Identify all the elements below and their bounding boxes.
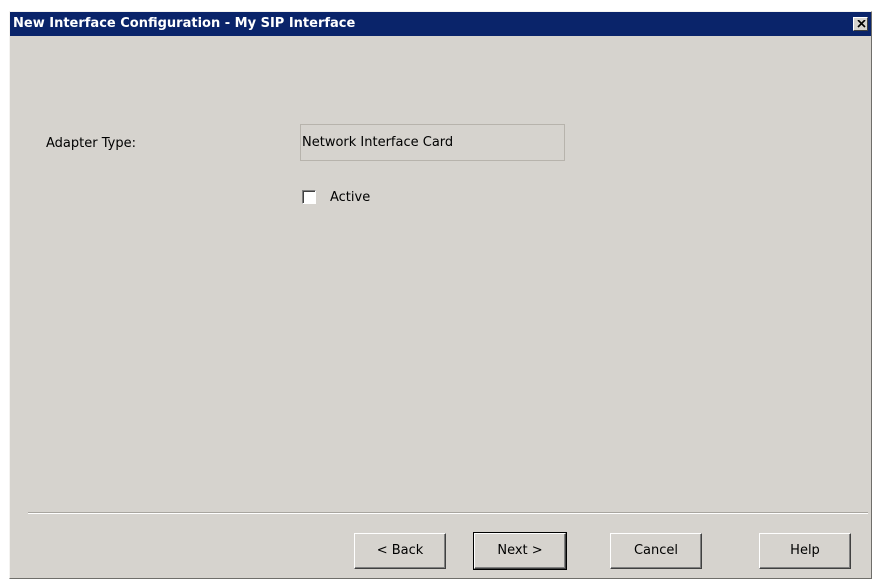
close-button[interactable] (853, 17, 868, 31)
adapter-type-field[interactable]: Network Interface Card (300, 124, 565, 161)
back-button[interactable]: < Back (354, 533, 446, 569)
help-button[interactable]: Help (759, 533, 851, 569)
window-title: New Interface Configuration - My SIP Int… (13, 16, 356, 31)
next-button[interactable]: Next > (473, 532, 567, 570)
active-checkbox[interactable] (302, 190, 316, 204)
adapter-type-label: Adapter Type: (46, 136, 136, 151)
dialog-window: New Interface Configuration - My SIP Int… (9, 11, 872, 579)
button-separator (28, 512, 868, 514)
cancel-button[interactable]: Cancel (610, 533, 702, 569)
title-bar[interactable]: New Interface Configuration - My SIP Int… (10, 12, 871, 36)
close-icon (857, 20, 866, 28)
active-checkbox-label[interactable]: Active (330, 190, 370, 205)
